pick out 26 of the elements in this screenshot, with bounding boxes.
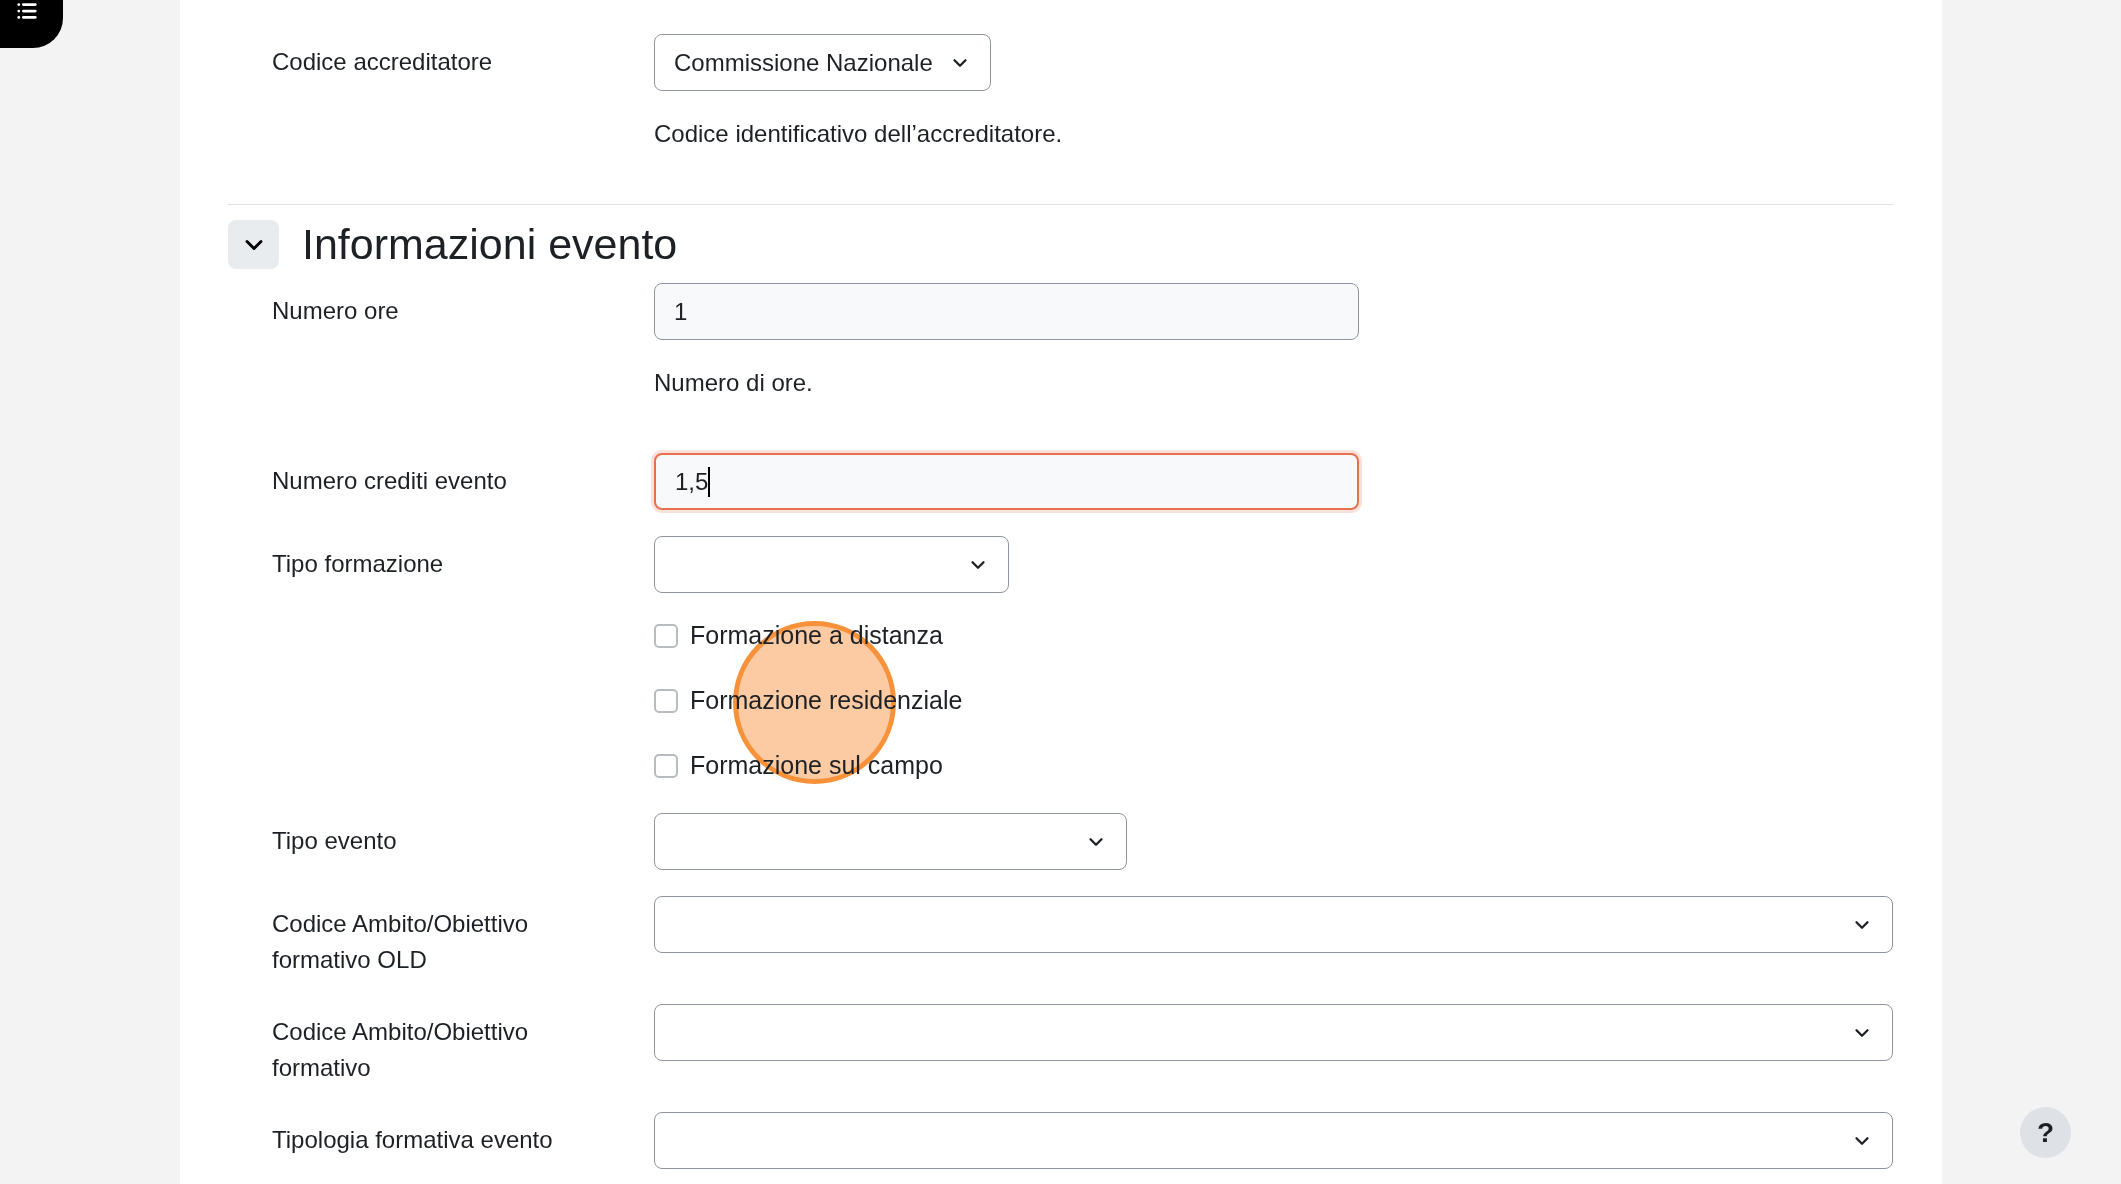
accreditor-select[interactable]: Commissione Nazionale [654,34,991,91]
text-input[interactable]: 1,5 [654,453,1359,510]
select-field[interactable] [654,896,1893,953]
field-label: Numero ore [272,296,400,326]
section-heading: Informazioni evento [302,220,678,269]
list-icon [14,0,40,22]
select-field[interactable] [654,536,1009,593]
checkbox[interactable] [654,689,678,713]
select-field[interactable] [654,813,1127,870]
field-label: Tipo evento [272,826,398,856]
field-label: Codice Ambito/Obiettivo formativo OLD [272,909,530,975]
collapse-button[interactable] [228,220,279,269]
help-button[interactable]: ? [2020,1107,2071,1158]
checkbox[interactable] [654,624,678,648]
field-label: Tipo formazione [272,549,445,579]
field-label: Codice Ambito/Obiettivo formativo [272,1017,530,1083]
help-text: Codice identificativo dell’accreditatore. [654,119,1063,149]
field-label: Tipologia formativa evento [272,1125,554,1155]
menu-button[interactable] [0,0,63,48]
checkbox[interactable] [654,754,678,778]
select-field[interactable] [654,1112,1893,1169]
field-label: Numero crediti evento [272,466,508,496]
help-text: Numero di ore. [654,368,814,398]
field-label: Codice accreditatore [272,47,494,77]
text-input[interactable]: 1 [654,283,1359,340]
select-field[interactable] [654,1004,1893,1061]
